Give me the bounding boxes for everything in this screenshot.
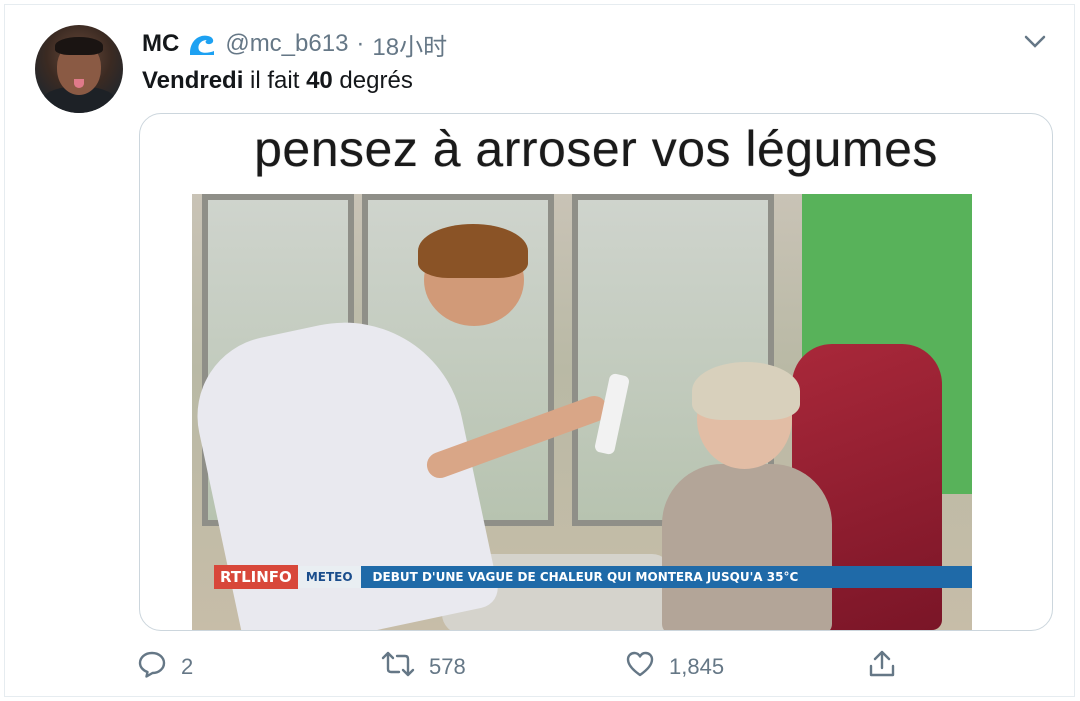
- elderly-woman-hair: [692, 362, 800, 420]
- retweet-count: 578: [429, 654, 466, 679]
- user-name[interactable]: MC: [142, 30, 179, 58]
- reply-count: 2: [181, 654, 194, 679]
- share-button[interactable]: [867, 649, 897, 685]
- ticker-headline: DEBUT D'UNE VAGUE DE CHALEUR QUI MONTERA…: [360, 566, 972, 588]
- text-bold-day: Vendredi: [142, 67, 244, 94]
- meme-caption: pensez à arroser vos légumes: [254, 121, 938, 177]
- text-plain-2: degrés: [332, 67, 413, 94]
- like-count: 1,845: [669, 654, 725, 679]
- avatar[interactable]: [35, 25, 123, 113]
- tweet-time[interactable]: 18小时: [372, 27, 447, 62]
- wave-icon: [187, 31, 217, 57]
- separator-dot: ·: [356, 30, 365, 57]
- reply-icon: [137, 649, 167, 685]
- share-icon: [867, 649, 897, 685]
- text-bold-temp: 40: [306, 67, 333, 94]
- nurse-hair: [418, 224, 528, 278]
- retweet-button[interactable]: 578: [381, 649, 466, 685]
- elderly-woman-body: [662, 464, 832, 630]
- action-bar: 2 578 1,845: [5, 645, 1074, 685]
- avatar-hair: [55, 37, 103, 55]
- tweet-header: MC @mc_b613 · 18小时: [142, 27, 447, 62]
- user-handle[interactable]: @mc_b613: [225, 30, 348, 58]
- tweet-text: Vendredi il fait 40 degrés: [142, 67, 413, 95]
- text-plain-1: il fait: [243, 67, 307, 94]
- ticker-brand: RTLINFO: [214, 565, 298, 589]
- chevron-down-icon[interactable]: [1024, 35, 1046, 49]
- news-ticker: RTLINFO METEO DEBUT D'UNE VAGUE DE CHALE…: [192, 562, 972, 592]
- like-button[interactable]: 1,845: [625, 649, 724, 685]
- tweet-media[interactable]: pensez à arroser vos légumes RTLINFO MET…: [139, 113, 1053, 631]
- retweet-icon: [381, 649, 415, 685]
- avatar-tongue: [74, 79, 84, 88]
- tweet-card[interactable]: MC @mc_b613 · 18小时 Vendredi il fait 40 d…: [4, 4, 1075, 697]
- ticker-section: METEO: [297, 566, 361, 588]
- reply-button[interactable]: 2: [137, 649, 193, 685]
- heart-icon: [625, 649, 655, 685]
